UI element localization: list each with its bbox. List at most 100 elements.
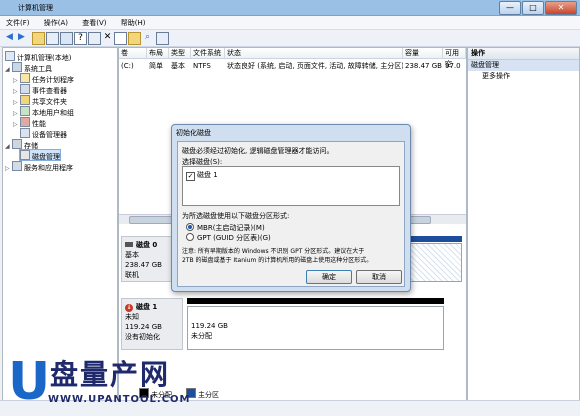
disk-1-part-state: 未分配 (191, 332, 212, 340)
tree-performance[interactable]: ▷ 性能 (13, 117, 46, 130)
status-cell: 状态良好 (系统, 启动, 页面文件, 活动, 故障转储, 主分区) (227, 62, 403, 70)
type-cell: 基本 (171, 62, 185, 70)
disk-1-partition[interactable]: 119.24 GB 未分配 (187, 306, 444, 350)
window-title: 计算机管理 (18, 4, 53, 12)
menu-help[interactable]: 帮助(H) (115, 16, 152, 30)
services-icon (12, 161, 22, 171)
disk-list-item[interactable]: ✓ 磁盘 1 (186, 170, 218, 181)
event-icon (20, 84, 30, 94)
radio-selected-icon[interactable] (186, 223, 194, 231)
view-icon[interactable] (88, 32, 101, 45)
minimize-button[interactable]: — (499, 1, 521, 15)
dialog-body: 磁盘必须经过初始化, 逻辑磁盘管理器才能访问。 选择磁盘(S): ✓ 磁盘 1 为… (177, 141, 405, 287)
legend-primary: 主分区 (186, 388, 219, 400)
disk-select-list[interactable]: ✓ 磁盘 1 (182, 166, 400, 206)
tree-event-viewer[interactable]: ▷ 事件查看器 (13, 84, 67, 95)
open-folder-icon[interactable] (128, 32, 141, 45)
window-controls: — □ ✕ (499, 1, 577, 15)
col-type[interactable]: 类型 (169, 48, 191, 59)
dialog-intro: 磁盘必须经过初始化, 逻辑磁盘管理器才能访问。 (182, 147, 334, 155)
radio-icon[interactable] (186, 233, 194, 241)
actions-more[interactable]: 更多操作 (468, 71, 579, 82)
disk-management-icon (20, 150, 30, 160)
filesystem-cell: NTFS (193, 62, 211, 70)
menu-action[interactable]: 操作(A) (38, 16, 74, 30)
actions-header: 操作 (468, 48, 579, 60)
dialog-title: 初始化磁盘 (176, 129, 211, 137)
menu-view[interactable]: 查看(V) (76, 16, 112, 30)
properties-icon[interactable] (60, 32, 73, 45)
ok-button[interactable]: 确定 (306, 270, 352, 284)
watermark-u: U (8, 352, 51, 412)
collapse-icon[interactable]: ◢ (5, 142, 12, 152)
tree-device-manager[interactable]: 设备管理器 (20, 128, 67, 139)
delete-icon[interactable]: ✕ (102, 32, 113, 43)
forward-icon[interactable]: ▶ (16, 32, 27, 43)
disk-1-panel[interactable]: ↓ 磁盘 1 未知 119.24 GB 没有初始化 (121, 298, 183, 350)
actions-disk-management[interactable]: 磁盘管理 (468, 60, 579, 71)
watermark-url: WWW.UPANTOOL.COM (48, 394, 191, 405)
disk-0-name: 磁盘 0 (136, 241, 158, 249)
disk-error-icon: ↓ (125, 304, 133, 312)
disk-1-size: 119.24 GB (125, 323, 162, 331)
help-icon[interactable]: ? (74, 32, 87, 45)
new-icon[interactable] (114, 32, 127, 45)
search-icon[interactable]: ⌕ (142, 32, 153, 43)
col-capacity[interactable]: 容量 (403, 48, 443, 59)
tree-shared-folders[interactable]: ▷ 共享文件夹 (13, 95, 67, 106)
disk-1-name: 磁盘 1 (136, 303, 158, 311)
dialog-note-line-1: 注意: 所有早期版本的 Windows 不识别 GPT 分区形式。建议在大于 (182, 248, 365, 255)
col-filesystem[interactable]: 文件系统 (191, 48, 225, 59)
users-icon (20, 106, 30, 116)
disk-1-state: 没有初始化 (125, 333, 160, 341)
expand-icon[interactable]: ▷ (13, 120, 20, 130)
cancel-button[interactable]: 取消 (356, 270, 402, 284)
free-cell: 97.0 (445, 62, 461, 70)
disk-icon[interactable] (156, 32, 169, 45)
close-button[interactable]: ✕ (545, 1, 577, 15)
gpt-option[interactable]: GPT (GUID 分区表)(G) (186, 233, 271, 243)
checkbox-icon[interactable]: ✓ (186, 172, 195, 181)
watermark-logo: U 盘量产网 WWW.UPANTOOL.COM (6, 352, 190, 413)
capacity-cell: 238.47 GB (405, 62, 442, 70)
col-volume[interactable]: 卷 (119, 48, 147, 59)
disk-1-partition-bar (187, 298, 444, 304)
folder-up-icon[interactable] (32, 32, 45, 45)
tree-local-users[interactable]: ▷ 本地用户和组 (13, 106, 74, 117)
device-manager-icon (20, 128, 30, 138)
maximize-button[interactable]: □ (522, 1, 544, 15)
clock-icon (20, 73, 30, 83)
title-bar: 计算机管理 — □ ✕ (0, 0, 580, 16)
collapse-icon[interactable]: ◢ (5, 65, 12, 75)
disk-icon (125, 242, 133, 247)
col-free[interactable]: 可用空 (443, 48, 466, 68)
toolbar: ◀ ▶ ? ✕ ⌕ (0, 30, 580, 47)
shared-folder-icon (20, 95, 30, 105)
dialog-note-line-2: 2TB 的磁盘或基于 Itanium 的计算机所用的磁盘上使用这种分区形式。 (182, 257, 373, 264)
tree-disk-management[interactable]: 磁盘管理 (19, 149, 61, 161)
tree-services[interactable]: ▷ 服务和应用程序 (5, 161, 73, 174)
tree-storage[interactable]: ◢ 存储 (5, 139, 38, 152)
tree-root[interactable]: 计算机管理(本地) (5, 51, 71, 62)
disk-1-part-size: 119.24 GB (191, 322, 228, 330)
actions-pane: 操作 磁盘管理 更多操作 (467, 47, 580, 415)
console-tree-icon[interactable] (46, 32, 59, 45)
expand-icon[interactable]: ▷ (5, 164, 12, 174)
mbr-option[interactable]: MBR(主启动记录)(M) (186, 223, 265, 233)
computer-icon (5, 51, 15, 61)
watermark-title: 盘量产网 (50, 358, 171, 391)
disk-1-type: 未知 (125, 313, 139, 321)
col-layout[interactable]: 布局 (147, 48, 169, 59)
tree-task-scheduler[interactable]: ▷ 任务计划程序 (13, 73, 74, 84)
tools-icon (12, 62, 22, 72)
layout-cell: 简单 (149, 62, 163, 70)
partition-style-label: 为所选磁盘使用以下磁盘分区形式: (182, 212, 290, 220)
volume-cell: (C:) (121, 62, 134, 70)
col-status[interactable]: 状态 (225, 48, 403, 59)
performance-icon (20, 117, 30, 127)
menu-bar: 文件(F) 操作(A) 查看(V) 帮助(H) (0, 16, 580, 30)
menu-file[interactable]: 文件(F) (0, 16, 36, 30)
storage-icon (12, 139, 22, 149)
tree-system-tools[interactable]: ◢ 系统工具 (5, 62, 52, 75)
back-icon[interactable]: ◀ (4, 32, 15, 43)
